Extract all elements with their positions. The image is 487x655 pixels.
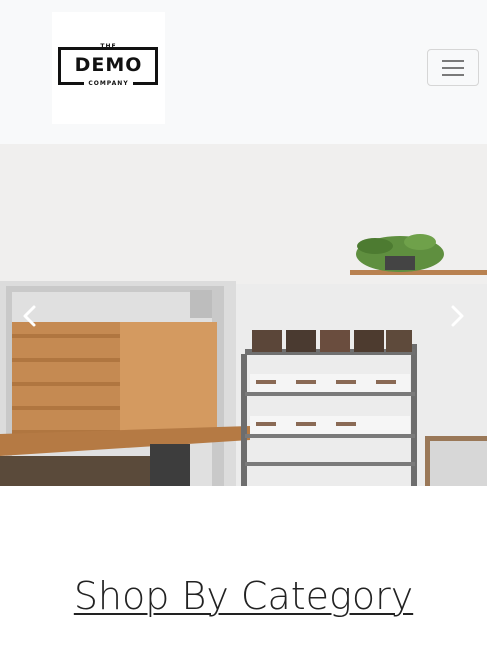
- brand-logo-link[interactable]: THE DEMO COMPANY: [52, 12, 165, 124]
- logo-text-main: DEMO: [74, 54, 143, 76]
- coffee-shop-interior-photo: [0, 144, 487, 486]
- carousel-prev-control[interactable]: [20, 304, 40, 328]
- navbar-toggler-button[interactable]: [427, 49, 479, 86]
- chevron-left-icon: [23, 305, 36, 327]
- logo-text-bottom: COMPANY: [52, 80, 165, 87]
- carousel-next-control[interactable]: [447, 304, 467, 328]
- navbar: THE DEMO COMPANY: [0, 0, 487, 144]
- shop-by-category-heading[interactable]: Shop By Category: [0, 574, 487, 618]
- hero-carousel: [0, 144, 487, 486]
- chevron-right-icon: [451, 305, 464, 327]
